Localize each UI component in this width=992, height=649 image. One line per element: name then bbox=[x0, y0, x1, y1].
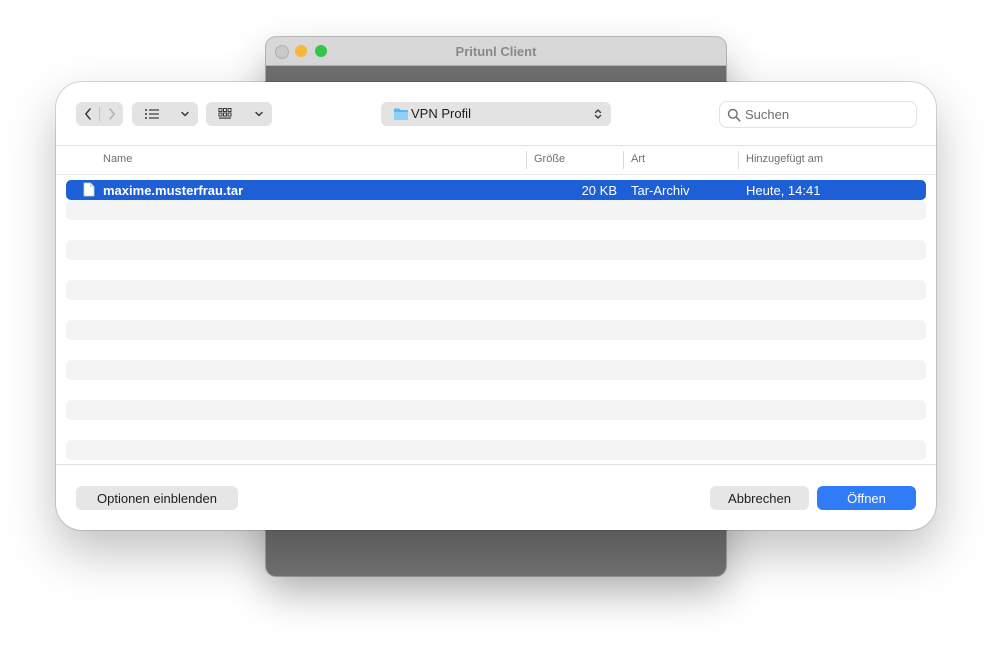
background-titlebar: Pritunl Client bbox=[266, 37, 726, 66]
column-header-kind[interactable]: Art bbox=[631, 153, 645, 165]
file-date-added: Heute, 14:41 bbox=[746, 183, 821, 198]
folder-icon bbox=[394, 108, 408, 120]
location-popup[interactable]: VPN Profil bbox=[381, 102, 611, 126]
column-divider[interactable] bbox=[738, 151, 739, 169]
grid-view-icon bbox=[218, 108, 232, 119]
chevron-down-icon bbox=[255, 111, 263, 117]
file-name: maxime.musterfrau.tar bbox=[103, 183, 244, 198]
background-window-title: Pritunl Client bbox=[455, 44, 537, 59]
column-header-name[interactable]: Name bbox=[103, 153, 132, 165]
empty-row bbox=[66, 280, 926, 300]
file-list: maxime.musterfrau.tar 20 KB Tar-Archiv H… bbox=[66, 180, 926, 462]
file-row[interactable]: maxime.musterfrau.tar 20 KB Tar-Archiv H… bbox=[66, 180, 926, 200]
column-header-added[interactable]: Hinzugefügt am bbox=[746, 153, 823, 165]
empty-row bbox=[66, 320, 926, 340]
empty-row bbox=[66, 400, 926, 420]
forward-button[interactable] bbox=[100, 102, 123, 126]
show-options-button[interactable]: Optionen einblenden bbox=[76, 486, 238, 510]
background-app-content bbox=[266, 529, 726, 576]
back-button[interactable] bbox=[76, 102, 99, 126]
chevron-left-icon bbox=[84, 108, 91, 120]
empty-row bbox=[66, 440, 926, 460]
location-label: VPN Profil bbox=[411, 106, 471, 121]
search-field[interactable] bbox=[719, 101, 917, 128]
header-divider bbox=[56, 174, 936, 175]
column-header-size[interactable]: Größe bbox=[534, 153, 565, 165]
list-view-icon bbox=[145, 109, 159, 119]
column-divider[interactable] bbox=[623, 151, 624, 169]
empty-row bbox=[66, 200, 926, 220]
file-kind: Tar-Archiv bbox=[631, 183, 690, 198]
empty-row bbox=[66, 240, 926, 260]
file-size: 20 KB bbox=[581, 183, 617, 198]
grid-view-button[interactable] bbox=[206, 102, 272, 126]
footer-divider bbox=[56, 464, 936, 465]
empty-row bbox=[66, 360, 926, 380]
chevron-down-icon bbox=[181, 111, 189, 117]
open-button[interactable]: Öffnen bbox=[817, 486, 916, 510]
column-divider[interactable] bbox=[526, 151, 527, 169]
list-view-button[interactable] bbox=[132, 102, 198, 126]
cancel-button[interactable]: Abbrechen bbox=[710, 486, 809, 510]
column-header-row: Name Größe Art Hinzugefügt am bbox=[56, 146, 936, 174]
navigation-segment bbox=[76, 102, 123, 126]
search-icon bbox=[727, 108, 741, 122]
document-icon bbox=[83, 182, 95, 197]
chevron-right-icon bbox=[108, 108, 115, 120]
up-down-chevron-icon bbox=[594, 109, 602, 119]
dialog-toolbar: VPN Profil bbox=[56, 82, 936, 145]
search-input[interactable] bbox=[745, 102, 905, 127]
open-file-dialog: VPN Profil Name Größe Art Hinzugefügt am bbox=[56, 82, 936, 530]
